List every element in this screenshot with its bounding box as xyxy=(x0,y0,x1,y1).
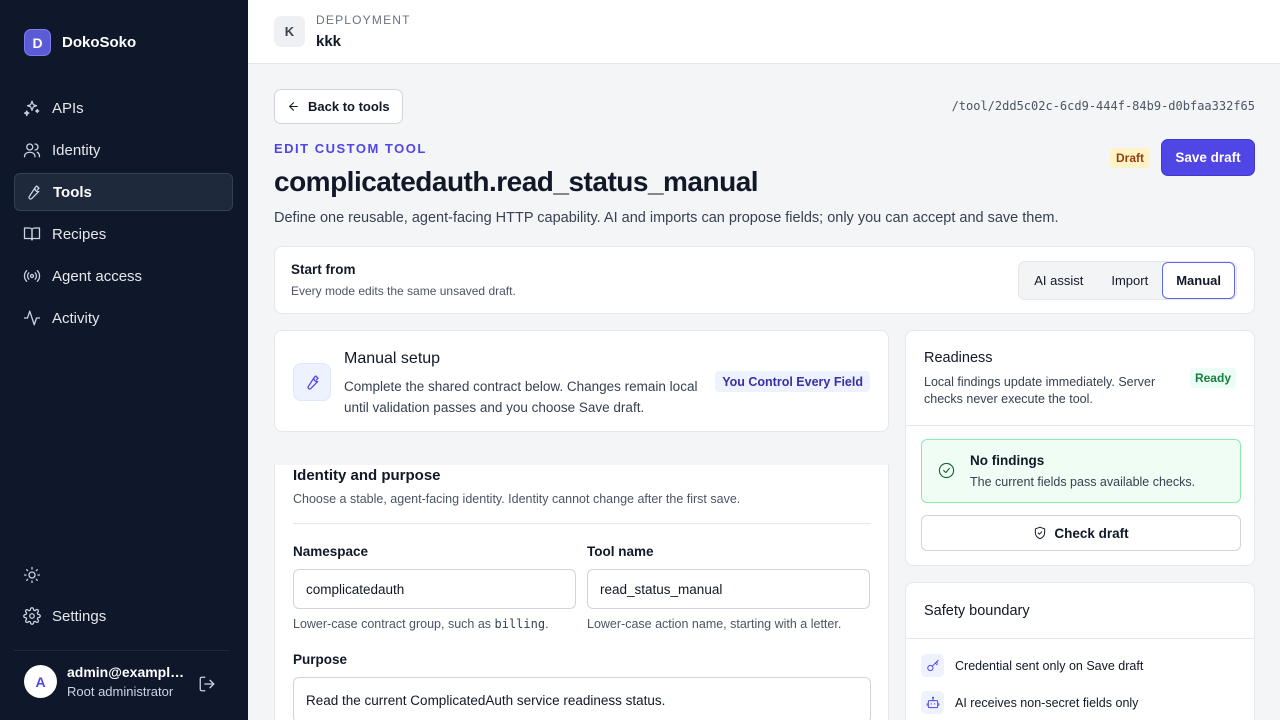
top-header: K DEPLOYMENT kkk xyxy=(248,0,1280,64)
findings-box: No findings The current fields pass avai… xyxy=(921,439,1241,503)
sidebar-item-identity[interactable]: Identity xyxy=(14,131,233,169)
findings-subtitle: The current fields pass available checks… xyxy=(970,475,1196,489)
sidebar-divider xyxy=(14,650,229,651)
sidebar-item-label: Settings xyxy=(52,607,107,625)
safety-item: Credential sent only on Save draft xyxy=(921,654,1143,677)
wrench-icon xyxy=(28,185,40,200)
page-eyebrow: EDIT CUSTOM TOOL xyxy=(274,141,427,156)
user-role: Root administrator xyxy=(67,684,174,699)
findings-title: No findings xyxy=(970,453,1045,468)
readiness-description: Local findings update immediately. Serve… xyxy=(924,375,1156,406)
gear-icon xyxy=(23,607,41,625)
identity-card: Identity and purpose Choose a stable, ag… xyxy=(274,465,889,720)
identity-title: Identity and purpose xyxy=(293,467,441,484)
sidebar-item-apis[interactable]: APIs xyxy=(14,89,233,127)
deployment-label: DEPLOYMENT xyxy=(316,13,411,27)
namespace-hint-suffix: . xyxy=(545,617,549,631)
divider xyxy=(293,523,871,524)
back-to-tools-button[interactable]: Back to tools xyxy=(274,89,403,124)
user-email: admin@example... xyxy=(67,664,185,680)
namespace-hint: Lower-case contract group, such as billi… xyxy=(293,617,549,631)
safety-card: Safety boundary Credential sent only on … xyxy=(905,582,1255,720)
check-draft-label: Check draft xyxy=(1054,525,1129,541)
sidebar-item-label: Activity xyxy=(52,309,100,327)
ready-badge: Ready xyxy=(1189,368,1236,388)
sidebar-item-label: Recipes xyxy=(52,225,107,243)
identity-subtitle: Choose a stable, agent-facing identity. … xyxy=(293,492,741,506)
purpose-input[interactable] xyxy=(293,677,871,720)
divider xyxy=(906,425,1254,426)
broadcast-icon xyxy=(23,270,41,282)
sidebar: D DokoSoko APIs Identity Tools Recipes A… xyxy=(0,0,248,720)
mode-ai-assist[interactable]: AI assist xyxy=(1020,262,1097,299)
brand-logo: D xyxy=(24,29,51,56)
back-button-label: Back to tools xyxy=(308,99,390,114)
purpose-label: Purpose xyxy=(293,652,348,667)
control-badge: You Control Every Field xyxy=(715,371,870,392)
sidebar-item-label: APIs xyxy=(52,99,84,117)
manual-setup-title: Manual setup xyxy=(344,350,441,367)
start-from-card: Start from Every mode edits the same uns… xyxy=(274,246,1255,314)
namespace-input[interactable] xyxy=(293,569,576,609)
safety-title: Safety boundary xyxy=(924,603,1030,619)
sun-icon xyxy=(23,566,41,584)
status-badge: Draft xyxy=(1110,148,1151,168)
theme-toggle-button[interactable] xyxy=(23,566,41,584)
logout-icon xyxy=(199,676,215,692)
sidebar-item-tools[interactable]: Tools xyxy=(14,173,233,211)
manual-icon-box xyxy=(293,363,331,401)
safety-item-label: Credential sent only on Save draft xyxy=(955,658,1144,673)
shield-check-icon xyxy=(1035,526,1046,540)
users-icon xyxy=(23,143,41,158)
sidebar-item-label: Identity xyxy=(52,141,101,159)
tool-name-hint: Lower-case action name, starting with a … xyxy=(587,617,842,631)
book-icon xyxy=(23,227,41,241)
sidebar-nav: APIs Identity Tools Recipes Agent access… xyxy=(14,89,233,341)
mode-import[interactable]: Import xyxy=(1097,262,1162,299)
sidebar-item-agent-access[interactable]: Agent access xyxy=(14,257,233,295)
deployment-name[interactable]: kkk xyxy=(316,33,341,50)
deployment-avatar: K xyxy=(274,16,305,47)
arrow-left-icon xyxy=(289,102,298,111)
activity-icon xyxy=(23,310,41,326)
manual-setup-card: Manual setup Complete the shared contrac… xyxy=(274,330,889,432)
namespace-hint-text: Lower-case contract group, such as xyxy=(293,617,495,631)
brand[interactable]: D DokoSoko xyxy=(24,29,136,56)
check-draft-button[interactable]: Check draft xyxy=(921,515,1241,551)
namespace-hint-code: billing xyxy=(494,617,546,631)
safety-item: AI receives non-secret fields only xyxy=(921,691,1138,714)
start-from-subtitle: Every mode edits the same unsaved draft. xyxy=(291,284,516,298)
check-circle-icon xyxy=(938,462,955,479)
tool-name-input[interactable] xyxy=(587,569,870,609)
namespace-label: Namespace xyxy=(293,544,369,559)
tool-path: /tool/2dd5c02c-6cd9-444f-84b9-d0bfaa332f… xyxy=(951,99,1255,113)
manual-setup-description: Complete the shared contract below. Chan… xyxy=(344,379,698,415)
divider xyxy=(906,638,1254,639)
readiness-title: Readiness xyxy=(924,350,993,366)
robot-icon xyxy=(921,691,944,714)
user-profile[interactable]: A admin@example... Root administrator xyxy=(24,664,185,699)
tool-name-label: Tool name xyxy=(587,544,654,559)
start-from-title: Start from xyxy=(291,262,356,277)
save-draft-button[interactable]: Save draft xyxy=(1161,139,1255,176)
readiness-card: Readiness Local findings update immediat… xyxy=(905,330,1255,566)
logout-button[interactable] xyxy=(198,675,216,693)
key-icon xyxy=(921,654,944,677)
safety-item-label: AI receives non-secret fields only xyxy=(955,695,1139,710)
sidebar-item-label: Agent access xyxy=(52,267,143,285)
mode-selector: AI assist Import Manual xyxy=(1018,261,1237,300)
avatar: A xyxy=(24,665,57,698)
sidebar-item-recipes[interactable]: Recipes xyxy=(14,215,233,253)
wrench-icon xyxy=(307,375,319,390)
sidebar-item-settings[interactable]: Settings xyxy=(14,597,233,635)
settings-nav: Settings xyxy=(14,597,233,639)
brand-name: DokoSoko xyxy=(62,34,137,51)
sidebar-item-activity[interactable]: Activity xyxy=(14,299,233,337)
page-description: Define one reusable, agent-facing HTTP c… xyxy=(274,210,1059,226)
page-title: complicatedauth.read_status_manual xyxy=(274,166,759,197)
sidebar-item-label: Tools xyxy=(53,183,92,201)
mode-manual[interactable]: Manual xyxy=(1162,262,1235,299)
sparkles-icon xyxy=(24,100,40,117)
